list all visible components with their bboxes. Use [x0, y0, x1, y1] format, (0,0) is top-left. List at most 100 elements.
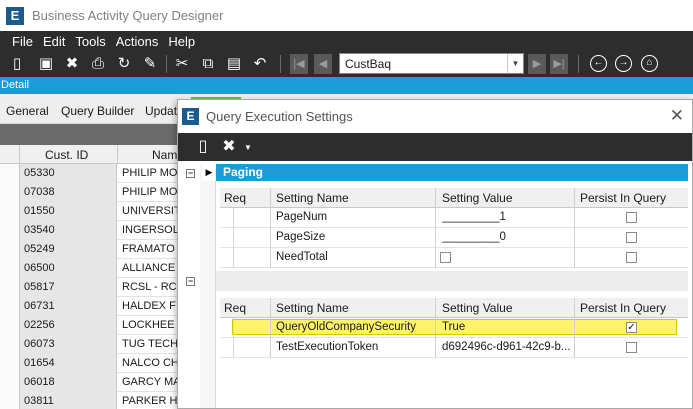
paste-icon[interactable]: ▤ [225, 55, 243, 73]
table-row[interactable]: 06018 GARCY MA [0, 373, 200, 392]
collapse-icon[interactable]: − [186, 277, 195, 286]
setting-value-cell[interactable]: d692496c-d961-42c9-b... [442, 338, 572, 358]
row-selector[interactable] [220, 318, 234, 338]
column-header-name[interactable]: Nam [152, 148, 177, 162]
menu-edit[interactable]: Edit [38, 34, 70, 49]
column-divider [435, 298, 436, 358]
row-selector[interactable] [220, 208, 234, 228]
table-row[interactable]: 07038 PHILIP MO [0, 183, 200, 202]
row-selector[interactable] [0, 354, 20, 373]
save-icon[interactable]: ▣ [37, 55, 55, 73]
name-cell: HALDEX F [122, 300, 176, 312]
column-header-req[interactable]: Req [224, 188, 246, 208]
setting-name-cell: QueryOldCompanySecurity [276, 321, 416, 333]
forward-icon[interactable]: → [615, 55, 632, 72]
row-selector[interactable] [0, 278, 20, 297]
tab-general[interactable]: General [6, 104, 49, 118]
row-selector[interactable] [0, 316, 20, 335]
column-header-req[interactable]: Req [224, 298, 246, 318]
new-icon[interactable]: ▯ [8, 55, 26, 73]
cust-id-cell: 05817 [20, 278, 117, 297]
table-row[interactable]: 06073 TUG TECH [0, 335, 200, 354]
persist-checkbox[interactable] [626, 252, 637, 263]
menu-actions[interactable]: Actions [111, 34, 164, 49]
row-selector[interactable] [0, 335, 20, 354]
row-selector[interactable] [0, 183, 20, 202]
cust-id-cell: 07038 [20, 183, 117, 202]
menu-file[interactable]: File [7, 34, 38, 49]
setting-row[interactable]: PageNum _________1 [220, 208, 688, 228]
first-record-icon[interactable]: |◀ [290, 54, 308, 74]
persist-checkbox[interactable] [626, 212, 637, 223]
row-selector[interactable] [0, 259, 20, 278]
back-icon[interactable]: ← [590, 55, 607, 72]
previous-record-icon[interactable]: ◀ [314, 54, 332, 74]
delete-icon[interactable]: ✖ [63, 55, 81, 73]
chevron-down-icon[interactable]: ▼ [507, 54, 523, 73]
row-gutter [200, 164, 216, 408]
menu-tools[interactable]: Tools [70, 34, 110, 49]
persist-checkbox[interactable] [626, 232, 637, 243]
column-header-cust-id[interactable]: Cust. ID [45, 148, 88, 162]
last-record-icon[interactable]: ▶| [550, 54, 568, 74]
setting-value-checkbox[interactable] [440, 252, 451, 263]
column-header-setting-name[interactable]: Setting Name [276, 298, 349, 318]
row-selector[interactable] [0, 240, 20, 259]
persist-checkbox[interactable]: ✓ [626, 322, 637, 333]
name-cell: UNIVERSIT [122, 205, 181, 217]
table-row[interactable]: 01550 UNIVERSIT [0, 202, 200, 221]
table-row[interactable]: 01654 NALCO CH [0, 354, 200, 373]
chevron-down-icon[interactable]: ▼ [244, 143, 252, 152]
refresh-icon[interactable]: ↻ [115, 55, 133, 73]
row-selector[interactable] [0, 373, 20, 392]
home-icon[interactable]: ⌂ [641, 55, 658, 72]
row-selector[interactable] [0, 202, 20, 221]
table-row[interactable]: 02256 LOCKHEE [0, 316, 200, 335]
tab-updatable[interactable]: Updat [145, 104, 177, 118]
setting-row[interactable]: TestExecutionToken d692496c-d961-42c9-b..… [220, 338, 688, 358]
collapse-icon[interactable]: − [186, 169, 195, 178]
table-row[interactable]: 06500 ALLIANCE [0, 259, 200, 278]
setting-row[interactable]: NeedTotal [220, 248, 688, 268]
copy-icon[interactable]: ⧉ [199, 55, 217, 73]
setting-value-cell[interactable]: _________1 [442, 208, 506, 228]
row-selector[interactable] [220, 338, 234, 358]
persist-checkbox[interactable] [626, 342, 637, 353]
paging-settings-grid: Req Setting Name Setting Value Persist I… [220, 188, 688, 268]
table-row[interactable]: 05330 PHILIP MO [0, 164, 200, 183]
new-icon[interactable]: ▯ [194, 137, 212, 156]
undo-icon[interactable]: ↶ [251, 55, 269, 73]
dialog-toolbar: ▯ ✖ ▼ [178, 133, 692, 161]
row-selector[interactable] [0, 392, 20, 409]
row-selector[interactable] [0, 297, 20, 316]
delete-icon[interactable]: ✖ [220, 137, 238, 156]
row-selector[interactable] [0, 221, 20, 240]
query-id-combo[interactable]: CustBaq ▼ [339, 53, 524, 74]
close-icon[interactable]: ✕ [670, 106, 684, 126]
tab-query-builder[interactable]: Query Builder [61, 104, 134, 118]
row-selector[interactable] [0, 164, 20, 183]
setting-value-cell[interactable]: True [442, 318, 572, 338]
next-record-icon[interactable]: ▶ [528, 54, 546, 74]
setting-value-cell[interactable]: _________0 [442, 228, 506, 248]
column-header-setting-value[interactable]: Setting Value [442, 298, 513, 318]
column-header-setting-name[interactable]: Setting Name [276, 188, 349, 208]
cut-icon[interactable]: ✂ [173, 55, 191, 73]
setting-row[interactable]: PageSize _________0 [220, 228, 688, 248]
table-row[interactable]: 05249 FRAMATO [0, 240, 200, 259]
print-icon[interactable]: ⎙ [89, 55, 107, 73]
paging-group-header[interactable]: Paging [216, 164, 688, 181]
clear-icon[interactable]: ✎ [141, 55, 159, 73]
setting-row[interactable]: QueryOldCompanySecurity True ✓ [220, 318, 688, 338]
table-row[interactable]: 03811 PARKER H [0, 392, 200, 409]
column-header-setting-value[interactable]: Setting Value [442, 188, 513, 208]
column-header-persist[interactable]: Persist In Query [580, 188, 666, 208]
table-row[interactable]: 03540 INGERSOL [0, 221, 200, 240]
current-row-arrow-icon: ▶ [202, 164, 216, 181]
row-selector[interactable] [220, 228, 234, 248]
column-header-persist[interactable]: Persist In Query [580, 298, 666, 318]
table-row[interactable]: 05817 RCSL - RC [0, 278, 200, 297]
row-selector[interactable] [220, 248, 234, 268]
menu-help[interactable]: Help [163, 34, 200, 49]
table-row[interactable]: 06731 HALDEX F [0, 297, 200, 316]
